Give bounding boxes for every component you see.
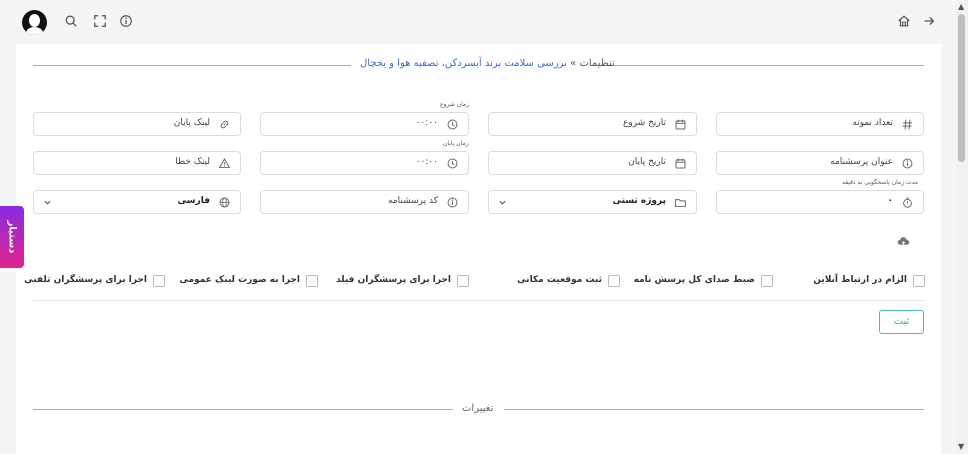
arrow-right-icon[interactable] <box>922 14 936 28</box>
checkbox-record-location[interactable]: ثبت موقعیت مکانی <box>517 275 620 289</box>
breadcrumb-current: تنظیمات <box>579 58 615 69</box>
info-icon[interactable] <box>119 14 133 28</box>
assistant-tab[interactable]: دستیار <box>0 206 24 268</box>
home-icon[interactable] <box>897 14 911 28</box>
start-date-label: تاریخ شروع <box>623 118 666 128</box>
globe-icon <box>219 197 230 208</box>
checkbox-label: ضبط صدای کل پرسش نامه <box>633 275 755 285</box>
breadcrumb-line-left <box>33 65 351 66</box>
warning-icon <box>218 158 231 169</box>
chevron-down-icon <box>499 200 506 205</box>
stopwatch-icon <box>903 197 912 208</box>
divider <box>33 300 924 301</box>
changes-line-right <box>504 409 924 410</box>
scroll-up-icon[interactable]: ▲ <box>958 2 964 11</box>
info-icon <box>447 197 458 208</box>
checkbox-box[interactable] <box>306 275 318 287</box>
calendar-icon <box>675 119 686 130</box>
chevron-down-icon <box>44 200 51 205</box>
start-time-value: ۰۰:۰۰ <box>415 118 438 128</box>
checkbox-record-audio[interactable]: ضبط صدای کل پرسش نامه <box>634 275 773 289</box>
search-icon[interactable] <box>64 14 78 28</box>
changes-line-left <box>33 409 453 410</box>
breadcrumb-separator: » <box>570 58 577 69</box>
language-value: فارسی <box>177 196 210 206</box>
start-time-field[interactable]: ۰۰:۰۰ <box>260 112 469 136</box>
checkbox-box[interactable] <box>457 275 469 287</box>
clock-icon <box>447 158 458 169</box>
error-link-field[interactable]: لینک خطا <box>33 151 241 175</box>
questionnaire-title-label: عنوان پرسشنامه <box>830 157 893 167</box>
sample-count-field[interactable]: تعداد نمونه <box>716 112 924 136</box>
project-value: پروژه تستی <box>612 196 666 206</box>
checkbox-public-link[interactable]: اجرا به صورت لینک عمومی <box>179 275 318 289</box>
calendar-icon <box>675 158 686 169</box>
end-link-field[interactable]: لینک پایان <box>33 112 241 136</box>
link-icon <box>220 120 229 129</box>
end-time-label: زمان پایان <box>443 140 469 147</box>
scrollbar-thumb[interactable] <box>958 14 965 162</box>
response-time-value: ۰ <box>887 196 894 206</box>
questionnaire-code-field[interactable]: کد پرسشنامه <box>260 190 469 214</box>
scroll-down-icon[interactable]: ▼ <box>958 442 964 451</box>
end-link-label: لینک پایان <box>173 118 210 128</box>
checkbox-label: اجرا برای پرسشگران فیلد <box>336 275 451 285</box>
avatar[interactable] <box>22 10 47 35</box>
breadcrumb-link[interactable]: بررسی سلامت برند آبسردکن، تصفیه هوا و یخ… <box>360 58 567 69</box>
breadcrumb: تنظیمات » بررسی سلامت برند آبسردکن، تصفی… <box>360 58 615 69</box>
main-panel <box>16 44 941 454</box>
checkbox-online-required[interactable]: الزام در ارتباط آنلاین <box>813 275 925 289</box>
checkbox-field-interviewers[interactable]: اجرا برای پرسشگران فیلد <box>336 275 469 289</box>
questionnaire-code-label: کد پرسشنامه <box>387 196 438 206</box>
error-link-label: لینک خطا <box>175 157 210 167</box>
assistant-label: دستیار <box>6 220 18 254</box>
top-bar <box>0 0 956 44</box>
folder-icon <box>675 199 686 208</box>
language-select[interactable]: فارسی <box>33 190 241 214</box>
checkbox-box[interactable] <box>913 275 925 287</box>
cloud-upload-icon[interactable] <box>897 235 910 248</box>
checkbox-phone-interviewers[interactable]: اجرا برای پرسشگران تلفنی <box>24 275 165 289</box>
hash-icon <box>902 119 912 130</box>
fullscreen-icon[interactable] <box>93 14 107 28</box>
checkbox-label: اجرا به صورت لینک عمومی <box>179 275 300 285</box>
start-time-label: زمان شروع <box>440 101 470 108</box>
checkbox-label: ثبت موقعیت مکانی <box>517 275 602 285</box>
changes-title: تغییرات <box>462 403 494 414</box>
checkbox-box[interactable] <box>608 275 620 287</box>
sample-count-label: تعداد نمونه <box>852 118 893 128</box>
submit-button[interactable]: ثبت <box>879 310 924 334</box>
checkbox-label: اجرا برای پرسشگران تلفنی <box>24 275 147 285</box>
end-date-label: تاریخ پایان <box>628 157 666 167</box>
checkbox-box[interactable] <box>761 275 773 287</box>
response-time-label: مدت زمان پاسخگویی به دقیقه <box>842 179 918 186</box>
questionnaire-title-field[interactable]: عنوان پرسشنامه <box>716 151 924 175</box>
response-time-field[interactable]: ۰ <box>716 190 924 214</box>
start-date-field[interactable]: تاریخ شروع <box>488 112 697 136</box>
project-select[interactable]: پروژه تستی <box>488 190 697 214</box>
end-time-value: ۰۰:۰۰ <box>415 157 438 167</box>
end-date-field[interactable]: تاریخ پایان <box>488 151 697 175</box>
clock-icon <box>447 119 458 130</box>
end-time-field[interactable]: ۰۰:۰۰ <box>260 151 469 175</box>
breadcrumb-line-right <box>606 65 924 66</box>
checkbox-label: الزام در ارتباط آنلاین <box>813 275 907 285</box>
info-icon <box>902 158 913 169</box>
checkbox-box[interactable] <box>153 275 165 287</box>
